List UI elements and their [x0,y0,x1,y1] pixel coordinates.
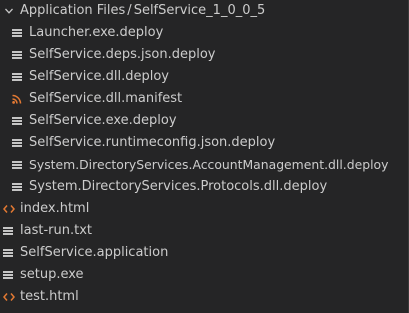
file-item[interactable]: index.html [0,198,406,220]
file-label: setup.exe [20,267,84,282]
file-lines-icon [12,28,22,38]
file-label: System.DirectoryServices.Protocols.dll.d… [29,179,328,194]
file-lines-icon [12,138,22,148]
folder-application-files-selfservice[interactable]: Application Files / SelfService_1_0_0_5 [0,0,406,22]
file-label: last-run.txt [20,223,92,238]
file-label: SelfService.application [20,245,169,260]
html-code-icon [3,204,15,214]
file-item[interactable]: System.DirectoryServices.Protocols.dll.d… [0,176,406,198]
file-lines-icon [12,182,22,192]
folder-name-label: SelfService_1_0_0_5 [133,3,266,18]
file-lines-icon [3,248,15,258]
file-item[interactable]: SelfService.runtimeconfig.json.deploy [0,132,406,154]
file-item[interactable]: last-run.txt [0,220,406,242]
file-label: index.html [20,201,90,216]
file-item[interactable]: setup.exe [0,264,406,286]
file-label: SelfService.deps.json.deploy [29,47,216,62]
file-label: System.DirectoryServices.AccountManageme… [29,157,389,172]
file-item[interactable]: test.html [0,286,406,308]
file-label: test.html [20,289,79,304]
html-code-icon [3,292,15,302]
file-lines-icon [12,116,22,126]
folder-parent-label: Application Files [20,3,126,18]
path-separator: / [127,3,132,18]
file-lines-icon [3,270,15,280]
rss-icon [12,94,22,104]
file-lines-icon [12,72,22,82]
file-label: SelfService.dll.manifest [29,91,183,106]
file-lines-icon [12,160,22,170]
file-label: SelfService.exe.deploy [29,113,177,128]
file-item[interactable]: SelfService.exe.deploy [0,110,406,132]
file-item[interactable]: SelfService.dll.deploy [0,66,406,88]
file-lines-icon [12,50,22,60]
file-label: SelfService.dll.deploy [29,69,169,84]
folder-path: Application Files / SelfService_1_0_0_5 [20,0,265,22]
file-item[interactable]: SelfService.dll.manifest [0,88,406,110]
file-label: Launcher.exe.deploy [29,25,164,40]
file-label: SelfService.runtimeconfig.json.deploy [29,135,276,150]
file-lines-icon [3,226,15,236]
chevron-down-icon[interactable] [4,6,14,16]
file-item[interactable]: SelfService.application [0,242,406,264]
file-item[interactable]: Launcher.exe.deploy [0,22,406,44]
file-item[interactable]: SelfService.deps.json.deploy [0,44,406,66]
file-item[interactable]: System.DirectoryServices.AccountManageme… [0,154,406,176]
file-explorer-tree: Application Files / SelfService_1_0_0_5 La… [0,0,409,313]
